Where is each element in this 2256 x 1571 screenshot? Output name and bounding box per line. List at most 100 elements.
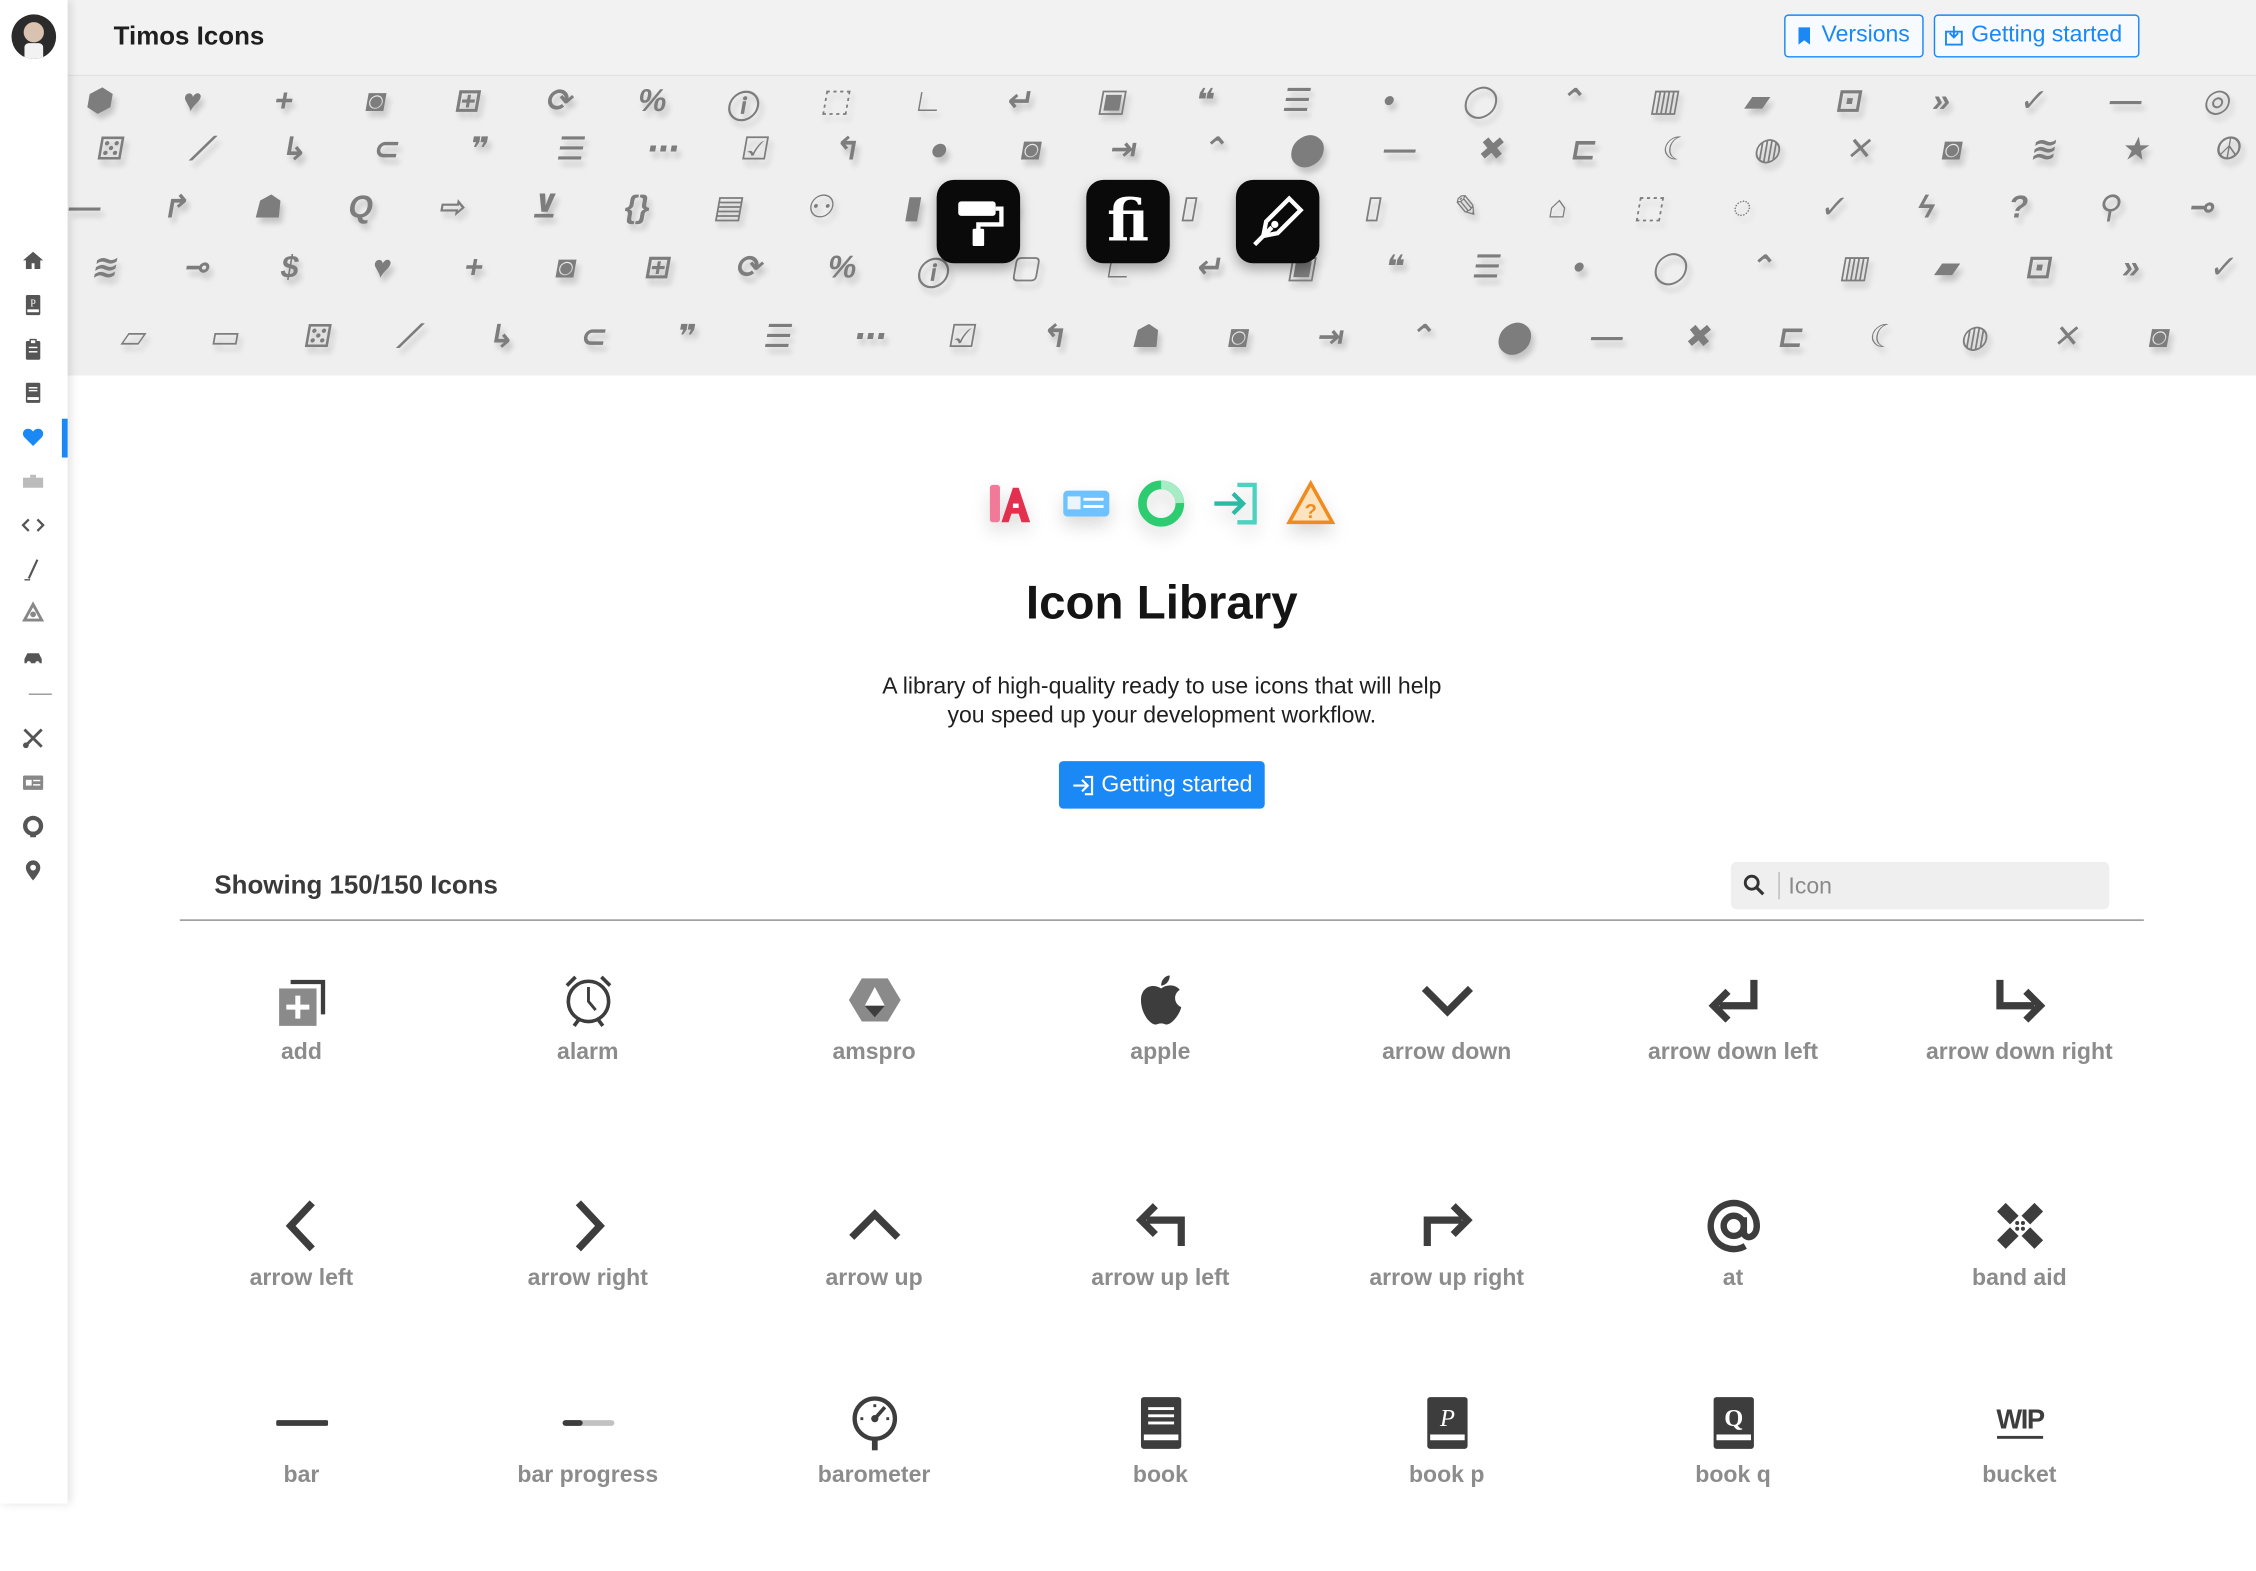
arrow-down-left-icon <box>1704 970 1764 1030</box>
svg-text:?: ? <box>1305 501 1317 523</box>
icon-card-at[interactable]: at <box>1590 1187 1876 1374</box>
page-title: Icon Library <box>1025 575 1298 629</box>
banner-pattern-row: ⬢♥+◙⊞⟳%ⓘ⬚∟↵▣❝☰•◯⌃▥▰⊡»✓—◎▤▭⚙▱▦▨ <box>83 82 2236 126</box>
description-line-2: you speed up your development workflow. <box>947 703 1377 729</box>
book-icon <box>1131 1393 1191 1453</box>
icon-label: at <box>1722 1266 1744 1291</box>
sidebar-item-location[interactable] <box>19 856 48 885</box>
icon-card-amspro[interactable]: amspro <box>731 961 1017 1148</box>
sign-in-icon <box>1072 775 1093 795</box>
wip-glyph: WIP <box>1996 1406 2045 1439</box>
icon-card-apple[interactable]: apple <box>1017 961 1303 1148</box>
book-icon <box>25 382 41 403</box>
toolbar-divider <box>179 919 2144 921</box>
icon-card-bucket[interactable]: WIP bucket <box>1876 1384 2162 1571</box>
sidebar-item-id-card[interactable] <box>19 768 48 797</box>
sidebar-item-recycle[interactable] <box>19 599 48 628</box>
recycle-icon <box>22 601 45 622</box>
icon-label: arrow down left <box>1647 1040 1819 1065</box>
download-box-icon <box>1945 25 1963 46</box>
sidebar-item-toggle[interactable] <box>19 468 48 497</box>
sidebar-item-favorites[interactable] <box>19 423 48 452</box>
icon-card-book[interactable]: book <box>1017 1384 1303 1571</box>
header-getting-started-label: Getting started <box>1971 23 2123 48</box>
arrow-down-icon <box>1417 970 1477 1030</box>
id-card-icon <box>23 775 44 790</box>
icon-label: arrow up left <box>1091 1266 1230 1291</box>
icon-label: arrow down right <box>1925 1040 2113 1065</box>
bookmark-icon <box>1798 27 1811 45</box>
sidebar-item-clipboard[interactable] <box>19 335 48 364</box>
sidebar: P <box>0 0 68 1504</box>
icon-card-alarm[interactable]: alarm <box>445 961 731 1148</box>
paint-roller-app-icon <box>936 179 1021 264</box>
icon-card-add[interactable]: add <box>158 961 444 1148</box>
search-input[interactable] <box>1785 867 2101 907</box>
home-icon <box>23 251 44 270</box>
header-getting-started-button[interactable]: Getting started <box>1933 14 2140 58</box>
arrow-up-right-icon <box>1417 1196 1477 1256</box>
getting-started-button[interactable]: Getting started <box>1058 761 1265 809</box>
bar-icon <box>272 1393 332 1453</box>
book-p-icon: P <box>25 294 41 316</box>
icon-label: arrow right <box>527 1266 648 1291</box>
sign-in-icon <box>1211 479 1260 528</box>
icon-card-arrow-down-left[interactable]: arrow down left <box>1590 961 1876 1148</box>
sidebar-item-home[interactable] <box>19 246 48 275</box>
icon-label: bar <box>283 1463 320 1488</box>
arrow-up-icon <box>845 1196 905 1256</box>
github-icon <box>23 815 44 838</box>
sidebar-active-indicator <box>61 418 68 458</box>
icon-card-arrow-right[interactable]: arrow right <box>445 1187 731 1374</box>
icon-card-bar-progress[interactable]: bar progress <box>445 1384 731 1571</box>
bar-progress-icon <box>558 1393 618 1453</box>
book-p-icon: P <box>1417 1393 1477 1453</box>
app-title: Timos Icons <box>113 21 265 51</box>
icon-card-barometer[interactable]: barometer <box>731 1384 1017 1571</box>
warning-question-icon: ? <box>1286 479 1336 528</box>
sidebar-item-github[interactable] <box>19 811 48 840</box>
amspro-icon <box>845 970 905 1030</box>
icon-label: arrow left <box>249 1266 354 1291</box>
icon-card-arrow-left[interactable]: arrow left <box>158 1187 444 1374</box>
id-card-icon <box>1062 479 1111 528</box>
alarm-icon <box>558 970 618 1030</box>
icon-label: book <box>1132 1463 1188 1488</box>
sidebar-item-car[interactable] <box>19 643 48 672</box>
icon-label: add <box>280 1040 322 1065</box>
at-icon <box>1704 1196 1764 1256</box>
icon-label: arrow up right <box>1369 1266 1525 1291</box>
banner-pattern-row: ▱ ▭ ⚄ ⟋ ↳ ⊂ ❞ ☰ ⋯ ☑ ↰ ☗ ◙ ⇥ ⌃ ⬤ — ✖ ⊏ ☾ ◍ ✕ ◙ <box>118 317 2173 354</box>
icon-grid: add alarm amspro apple arrow down arrow … <box>158 961 2165 1503</box>
barometer-icon <box>845 1393 905 1453</box>
heart-icon <box>22 428 44 447</box>
sidebar-item-pen[interactable] <box>19 555 48 584</box>
avatar[interactable] <box>11 14 57 59</box>
icon-label: alarm <box>557 1040 619 1065</box>
sidebar-item-book[interactable] <box>19 378 48 407</box>
icon-card-arrow-down-right[interactable]: arrow down right <box>1876 961 2162 1148</box>
icon-card-book-q[interactable]: Q book q <box>1590 1384 1876 1571</box>
sidebar-item-code[interactable] <box>19 511 48 540</box>
sidebar-item-tools[interactable] <box>19 724 48 753</box>
icon-card-band-aid[interactable]: band aid <box>1876 1187 2162 1374</box>
versions-button[interactable]: Versions <box>1784 14 1924 58</box>
sidebar-item-book-p[interactable]: P <box>19 291 48 320</box>
icon-card-arrow-up-left[interactable]: arrow up left <box>1017 1187 1303 1374</box>
icon-count: Showing 150/150 Icons <box>214 870 498 900</box>
versions-button-label: Versions <box>1821 23 1910 48</box>
apple-icon <box>1131 970 1191 1030</box>
svg-text:Q: Q <box>1724 1405 1743 1432</box>
getting-started-button-label: Getting started <box>1101 771 1253 797</box>
description-line-1: A library of high-quality ready to use i… <box>882 674 1442 700</box>
icon-card-book-p[interactable]: P book p <box>1304 1384 1590 1571</box>
icon-card-bar[interactable]: bar <box>158 1384 444 1571</box>
icon-card-arrow-down[interactable]: arrow down <box>1304 961 1590 1148</box>
icon-card-arrow-up[interactable]: arrow up <box>731 1187 1017 1374</box>
progress-ring-icon <box>1137 479 1186 528</box>
code-icon <box>21 518 45 532</box>
bucket-icon: WIP <box>1990 1393 2050 1453</box>
icon-label: bucket <box>1982 1463 2057 1488</box>
icon-card-arrow-up-right[interactable]: arrow up right <box>1304 1187 1590 1374</box>
banner-pattern-row: ⚄⟋↳⊂❞☰⋯☑↰●◙⇥⌃⬤—✖⊏☾◍✕◙≋★☮⚔▱▥⬟ <box>93 130 2247 167</box>
